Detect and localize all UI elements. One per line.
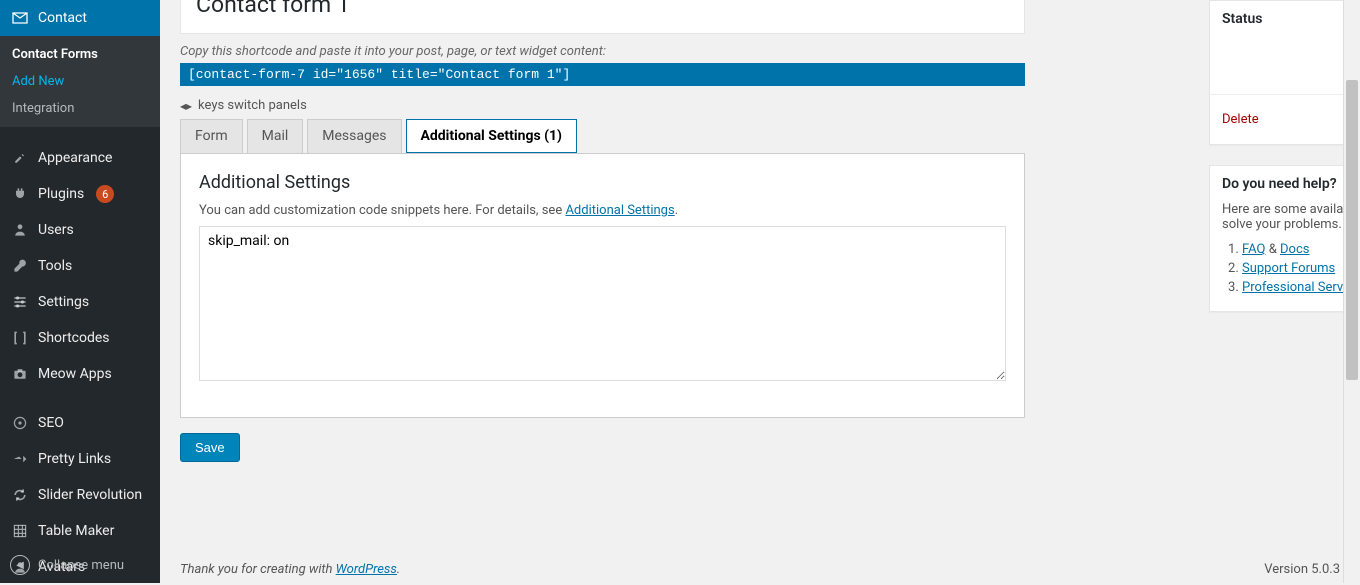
save-button[interactable]: Save [180,433,240,462]
sidebar-item-label: Pretty Links [38,451,111,467]
sidebar-item-appearance[interactable]: Appearance [0,140,160,176]
main-content: Contact form 1 Copy this shortcode and p… [160,0,1360,583]
shortcode-hint: Copy this shortcode and paste it into yo… [180,44,1340,59]
sidebar-item-label: Settings [38,294,89,310]
sliders-icon [10,292,30,312]
keys-hint-text: keys switch panels [198,98,307,113]
tabs: Form Mail Messages Additional Settings (… [180,119,1025,153]
seo-icon [10,413,30,433]
additional-settings-textarea[interactable] [199,226,1006,381]
tab-mail[interactable]: Mail [247,119,304,153]
sidebar-item-plugins[interactable]: Plugins 6 [0,176,160,212]
brackets-icon [10,328,30,348]
status-title: Status [1210,1,1360,37]
meta-boxes: Status Duplicate Delete Save Do you need… [1209,0,1360,332]
camera-icon [10,364,30,384]
panel-heading: Additional Settings [199,172,1006,193]
title-box: Contact form 1 [180,0,1025,34]
faq-link[interactable]: FAQ [1242,242,1265,257]
sidebar-item-contact[interactable]: Contact [0,0,160,36]
sidebar-item-label: Users [38,222,74,238]
admin-sidebar: Contact Contact Forms Add New Integratio… [0,0,160,583]
sidebar-item-label: Tools [38,258,72,274]
grid-icon [10,521,30,541]
delete-link[interactable]: Delete [1222,112,1259,127]
plug-icon [10,184,30,204]
tab-form[interactable]: Form [180,119,243,153]
sidebar-item-label: Shortcodes [38,330,110,346]
sidebar-item-tools[interactable]: Tools [0,248,160,284]
submenu-contact-forms[interactable]: Contact Forms [0,41,160,68]
shortcode-field[interactable]: [contact-form-7 id="1656" title="Contact… [180,63,1025,86]
status-box: Status Duplicate Delete Save [1209,0,1360,145]
tab-additional-settings[interactable]: Additional Settings (1) [406,119,577,153]
scrollbar-thumb[interactable] [1346,80,1358,380]
sidebar-item-meow-apps[interactable]: Meow Apps [0,356,160,392]
sidebar-item-pretty-links[interactable]: Pretty Links [0,441,160,477]
sidebar-item-label: Appearance [38,150,112,166]
footer-version: Version 5.0.3 [1264,562,1340,577]
scrollbar[interactable] [1343,0,1360,583]
sidebar-item-label: Plugins [38,186,84,202]
help-title: Do you need help? [1210,166,1360,202]
submenu-integration[interactable]: Integration [0,95,160,122]
sidebar-item-slider-revolution[interactable]: Slider Revolution [0,477,160,513]
star-icon [10,449,30,469]
sidebar-item-label: Slider Revolution [38,487,142,503]
sidebar-item-label: Contact [38,10,87,26]
wrench-icon [10,256,30,276]
brush-icon [10,148,30,168]
additional-settings-link[interactable]: Additional Settings [565,203,674,218]
help-text: Here are some available options to help … [1222,202,1360,232]
submenu-add-new[interactable]: Add New [0,68,160,95]
sidebar-item-label: Table Maker [38,523,114,539]
help-box: Do you need help? Here are some availabl… [1209,165,1360,312]
keys-hint: ◂▸ keys switch panels [180,98,1340,113]
sidebar-item-users[interactable]: Users [0,212,160,248]
arrows-icon: ◂▸ [180,99,192,113]
sidebar-item-label: Meow Apps [38,366,112,382]
sidebar-item-label: SEO [38,415,64,431]
docs-link[interactable]: Docs [1280,242,1309,257]
collapse-menu[interactable]: ◀ Collapse menu [0,547,160,583]
sidebar-item-seo[interactable]: SEO [0,405,160,441]
refresh-icon [10,485,30,505]
page-title: Contact form 1 [196,0,1009,18]
panel-description: You can add customization code snippets … [199,203,1006,218]
contact-submenu: Contact Forms Add New Integration [0,36,160,127]
help-links-list: FAQ & Docs Support Forums Professional S… [1222,242,1360,295]
footer-thankyou: Thank you for creating with WordPress. [180,562,400,577]
sidebar-item-settings[interactable]: Settings [0,284,160,320]
additional-settings-panel: Additional Settings You can add customiz… [180,153,1025,418]
sidebar-item-shortcodes[interactable]: Shortcodes [0,320,160,356]
wordpress-link[interactable]: WordPress [336,562,397,577]
tab-messages[interactable]: Messages [307,119,401,153]
sidebar-item-table-maker[interactable]: Table Maker [0,513,160,549]
plugins-badge: 6 [96,185,114,203]
footer: Thank you for creating with WordPress. V… [180,562,1340,577]
support-forums-link[interactable]: Support Forums [1242,261,1335,276]
user-icon [10,220,30,240]
mail-icon [10,8,30,28]
collapse-label: Collapse menu [38,558,124,573]
collapse-icon: ◀ [10,555,30,575]
